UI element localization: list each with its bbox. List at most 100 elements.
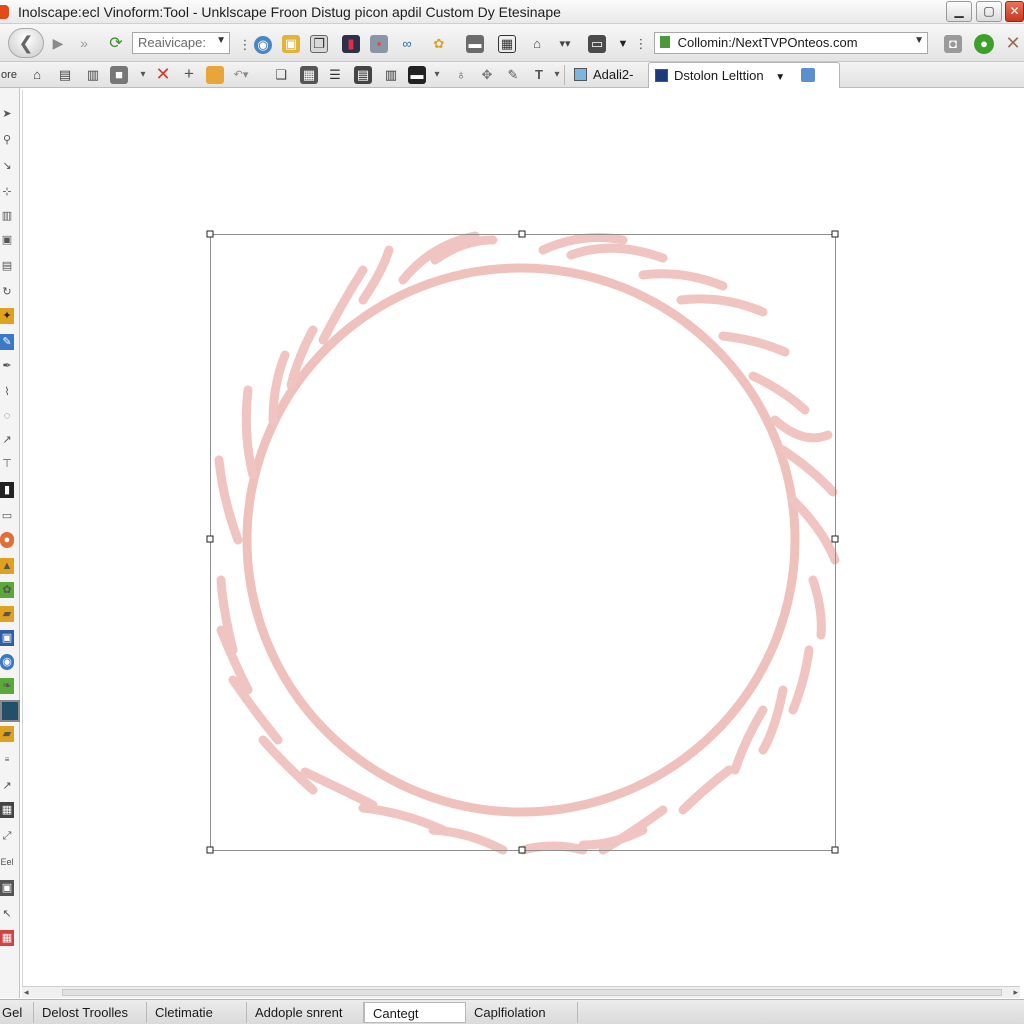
status-segment[interactable]: Delost Troolles — [34, 1002, 147, 1023]
layer-tool-icon[interactable] — [0, 700, 20, 722]
table-icon[interactable]: ▤ — [354, 66, 372, 84]
dropper-tool-icon[interactable]: ● — [0, 532, 14, 548]
brush-tool-icon[interactable]: ⤢ — [0, 828, 14, 844]
resize-handle[interactable] — [831, 846, 839, 854]
folder-icon[interactable]: ▣ — [282, 35, 300, 53]
horizontal-scrollbar[interactable]: ◂ ▸ — [22, 986, 1020, 998]
wreath-drawing[interactable] — [23, 90, 1021, 986]
status-segment-active[interactable]: Cantegt — [364, 1002, 466, 1023]
chevron-down-icon[interactable]: ▾ — [428, 66, 446, 84]
home-icon[interactable]: ⌂ — [528, 35, 546, 53]
minimize-button[interactable]: ▁ — [946, 1, 972, 22]
pen-icon[interactable]: ✎ — [504, 66, 522, 84]
list-icon[interactable]: ☰ — [326, 66, 344, 84]
camera-icon[interactable]: ◘ — [944, 35, 962, 53]
resize-handle[interactable] — [206, 846, 214, 854]
close-button[interactable]: ✕ — [1005, 1, 1024, 22]
address-combo[interactable]: Collomin:/NextTVPOnteos.com ▼ — [654, 32, 928, 54]
image-icon[interactable]: ▬ — [466, 35, 484, 53]
text-tool-icon[interactable]: ⊤ — [0, 456, 14, 472]
square-icon[interactable]: ■ — [110, 66, 128, 84]
eraser-tool-icon[interactable]: ▰ — [0, 606, 14, 622]
selector-tool-icon[interactable]: ➤ — [0, 106, 14, 122]
drawing-canvas[interactable] — [22, 90, 1020, 986]
refresh-button[interactable]: ⟳ — [106, 34, 126, 52]
spray-tool-icon[interactable]: ✿ — [0, 582, 14, 598]
scroll-right-icon[interactable]: ▸ — [1013, 987, 1018, 998]
connector-tool-icon[interactable]: ↗ — [0, 432, 14, 448]
forward-button[interactable]: ▶ — [50, 34, 66, 52]
symbol-tool-icon[interactable]: ▰ — [0, 726, 14, 742]
resize-handle[interactable] — [518, 230, 526, 238]
go-icon[interactable]: ● — [974, 34, 994, 54]
circle-tool-icon[interactable]: ◌ — [0, 408, 14, 424]
paint-bucket-icon[interactable]: ▲ — [0, 558, 14, 574]
pen-tool-icon[interactable]: ✒ — [0, 358, 14, 374]
node-tool-icon[interactable]: ↘ — [0, 158, 14, 174]
gradient-tool-icon[interactable]: ▮ — [0, 482, 14, 498]
save-icon[interactable]: ▪ — [370, 35, 388, 53]
move-icon[interactable]: ✥ — [478, 66, 496, 84]
more-icon[interactable]: ⋮ — [236, 36, 254, 54]
star-tool-icon[interactable]: ✦ — [0, 308, 14, 324]
pin-icon[interactable]: ♁ — [452, 66, 470, 84]
tab-dstolon[interactable]: Dstolon Lelttion ▼ — [648, 62, 840, 88]
more-icon[interactable]: ⋮ — [632, 35, 650, 53]
film-icon[interactable]: ▦ — [300, 66, 318, 84]
chevron-down-icon[interactable]: ▼ — [775, 72, 785, 83]
zoom-tool-icon[interactable]: ⚲ — [0, 132, 14, 148]
dropdown-arrow-icon[interactable]: ▼ — [614, 35, 632, 53]
resize-handle[interactable] — [831, 230, 839, 238]
link-icon[interactable]: ∞ — [398, 35, 416, 53]
leaf-icon[interactable]: ❧ — [0, 678, 14, 694]
pencil-tool-icon[interactable]: ✎ — [0, 334, 14, 350]
wreath-leaves[interactable] — [214, 231, 840, 855]
page-icon[interactable]: ▤ — [56, 66, 74, 84]
status-segment[interactable]: Cletimatie — [147, 1002, 247, 1023]
align-tool-icon[interactable]: ≡ — [0, 752, 14, 768]
copy-icon[interactable]: ❏ — [272, 66, 290, 84]
back-button[interactable]: ❮ — [8, 28, 44, 58]
maximize-button[interactable]: ▢ — [976, 1, 1002, 22]
tab-adali[interactable]: Adali2- — [568, 62, 639, 88]
folder-icon[interactable] — [206, 66, 224, 84]
paint-icon[interactable]: ✿ — [430, 35, 448, 53]
chevron-down-icon[interactable]: ▾ — [134, 66, 152, 84]
layers-icon[interactable]: ▥ — [84, 66, 102, 84]
home-icon[interactable]: ⌂ — [28, 66, 46, 84]
film-icon[interactable]: ▦ — [0, 802, 14, 818]
calligraphy-tool-icon[interactable]: ⌇ — [0, 384, 14, 400]
resize-handle[interactable] — [518, 846, 526, 854]
dimension-tool-icon[interactable]: ↗ — [0, 778, 14, 794]
scroll-left-icon[interactable]: ◂ — [24, 987, 29, 998]
filter-tool-icon[interactable]: ▣ — [0, 630, 14, 646]
wreath-ring[interactable] — [242, 263, 800, 817]
mesh-tool-icon[interactable]: ▭ — [0, 508, 14, 524]
tools-icon[interactable]: ✕ — [1004, 34, 1022, 52]
calendar-icon[interactable]: ▦ — [0, 930, 14, 946]
globe-icon[interactable]: ◉ — [0, 654, 14, 670]
measure-icon[interactable]: ↖ — [0, 906, 14, 922]
printer-icon[interactable]: ▮ — [342, 35, 360, 53]
resize-handle[interactable] — [206, 230, 214, 238]
tweak-tool-icon[interactable]: ⊹ — [0, 184, 14, 200]
plus-icon[interactable]: + — [180, 65, 198, 83]
status-segment[interactable]: Caplfiolation — [466, 1002, 578, 1023]
lock-icon[interactable]: ▣ — [0, 880, 14, 896]
chevron-down-icon[interactable]: ▾▾ — [556, 35, 574, 53]
resize-handle[interactable] — [831, 535, 839, 543]
measure-tool-icon[interactable]: ▥ — [0, 208, 14, 224]
monitor-icon[interactable]: ▭ — [588, 35, 606, 53]
scroll-thumb[interactable] — [62, 989, 1002, 996]
columns-icon[interactable]: ▥ — [382, 66, 400, 84]
undo-icon[interactable]: ↶▾ — [232, 66, 250, 84]
block-icon[interactable]: ▬ — [408, 66, 426, 84]
rect-tool-icon[interactable]: ▣ — [0, 232, 14, 248]
preset-combo[interactable]: Reaivicape: ▼ — [132, 32, 230, 54]
document-icon[interactable]: ❐ — [310, 35, 328, 53]
spiral-tool-icon[interactable]: ↻ — [0, 284, 14, 300]
resize-handle[interactable] — [206, 535, 214, 543]
history-button[interactable]: » — [76, 34, 92, 52]
globe-icon[interactable]: ◉ — [254, 36, 272, 54]
box-tool-icon[interactable]: ▤ — [0, 258, 14, 274]
